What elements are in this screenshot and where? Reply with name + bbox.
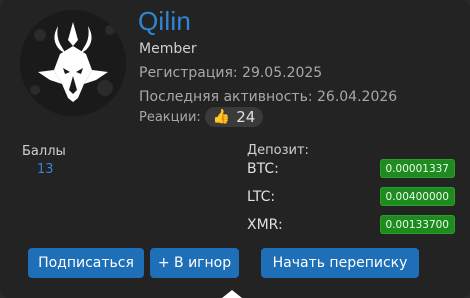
points-label: Баллы — [22, 144, 66, 159]
start-conversation-button[interactable]: Начать переписку — [261, 248, 419, 278]
reactions-badge[interactable]: 👍 24 — [204, 107, 264, 127]
coin-amount-btc: 0.00001337 — [379, 159, 455, 178]
last-activity: Последняя активность: 26.04.2026 — [139, 89, 398, 105]
coin-amount-ltc: 0.00400000 — [379, 187, 455, 206]
username[interactable]: Qilin — [138, 6, 191, 37]
coin-name-xmr: XMR: — [247, 217, 283, 233]
coin-name-ltc: LTC: — [247, 189, 276, 205]
ignore-button[interactable]: + В игнор — [150, 248, 239, 278]
reactions-label: Реакции: — [139, 109, 201, 125]
tooltip-pointer — [222, 290, 242, 298]
user-role: Member — [139, 41, 197, 57]
coin-name-btc: BTC: — [247, 161, 279, 177]
reactions: Реакции: 👍 24 — [139, 107, 264, 127]
profile-card: Qilin Member Регистрация: 29.05.2025 Пос… — [0, 0, 470, 298]
avatar[interactable] — [20, 10, 126, 116]
qilin-logo-icon — [20, 10, 126, 116]
reactions-count: 24 — [236, 108, 256, 126]
subscribe-button[interactable]: Подписаться — [28, 248, 144, 278]
registration-date: Регистрация: 29.05.2025 — [139, 65, 323, 81]
deposit-label: Депозит: — [247, 143, 309, 158]
thumbs-up-icon: 👍 — [212, 109, 231, 125]
points-value[interactable]: 13 — [37, 162, 54, 177]
coin-amount-xmr: 0.00133700 — [379, 215, 455, 234]
